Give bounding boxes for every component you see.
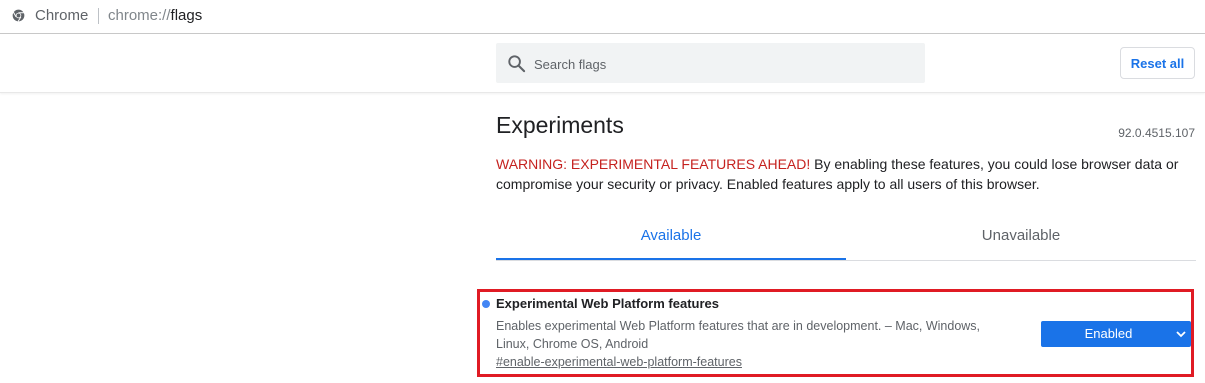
warning-text: WARNING: EXPERIMENTAL FEATURES AHEAD! By…: [496, 155, 1186, 194]
url-host: flags: [170, 7, 203, 24]
page-title: Experiments: [496, 112, 624, 138]
experiment-state-value: Enabled: [1084, 326, 1133, 341]
url-scheme: chrome://: [108, 7, 171, 24]
experiment-description: Enables experimental Web Platform featur…: [496, 319, 981, 351]
search-icon: [508, 55, 526, 73]
modified-indicator-dot: [482, 300, 490, 308]
chevron-down-icon: [1176, 331, 1186, 338]
flags-header: Reset all: [0, 34, 1205, 93]
tab-unavailable[interactable]: Unavailable: [846, 215, 1196, 259]
warning-strong: WARNING: EXPERIMENTAL FEATURES AHEAD!: [496, 156, 811, 172]
search-box[interactable]: [496, 43, 925, 85]
search-input[interactable]: [532, 43, 916, 85]
address-bar[interactable]: Chrome chrome://flags: [0, 0, 1205, 34]
reset-all-button[interactable]: Reset all: [1120, 47, 1195, 79]
experiment-permalink[interactable]: #enable-experimental-web-platform-featur…: [496, 355, 742, 369]
tab-available[interactable]: Available: [496, 215, 846, 260]
address-divider: [98, 8, 99, 24]
experiment-name: Experimental Web Platform features: [496, 296, 719, 311]
url-text[interactable]: chrome://flags: [108, 7, 202, 24]
experiment-state-select[interactable]: Enabled: [1041, 321, 1191, 347]
version-label: 92.0.4515.107: [1118, 126, 1195, 140]
site-chip-label: Chrome: [35, 7, 89, 24]
tab-bar: Available Unavailable: [496, 215, 1196, 261]
chrome-icon: [12, 9, 25, 22]
